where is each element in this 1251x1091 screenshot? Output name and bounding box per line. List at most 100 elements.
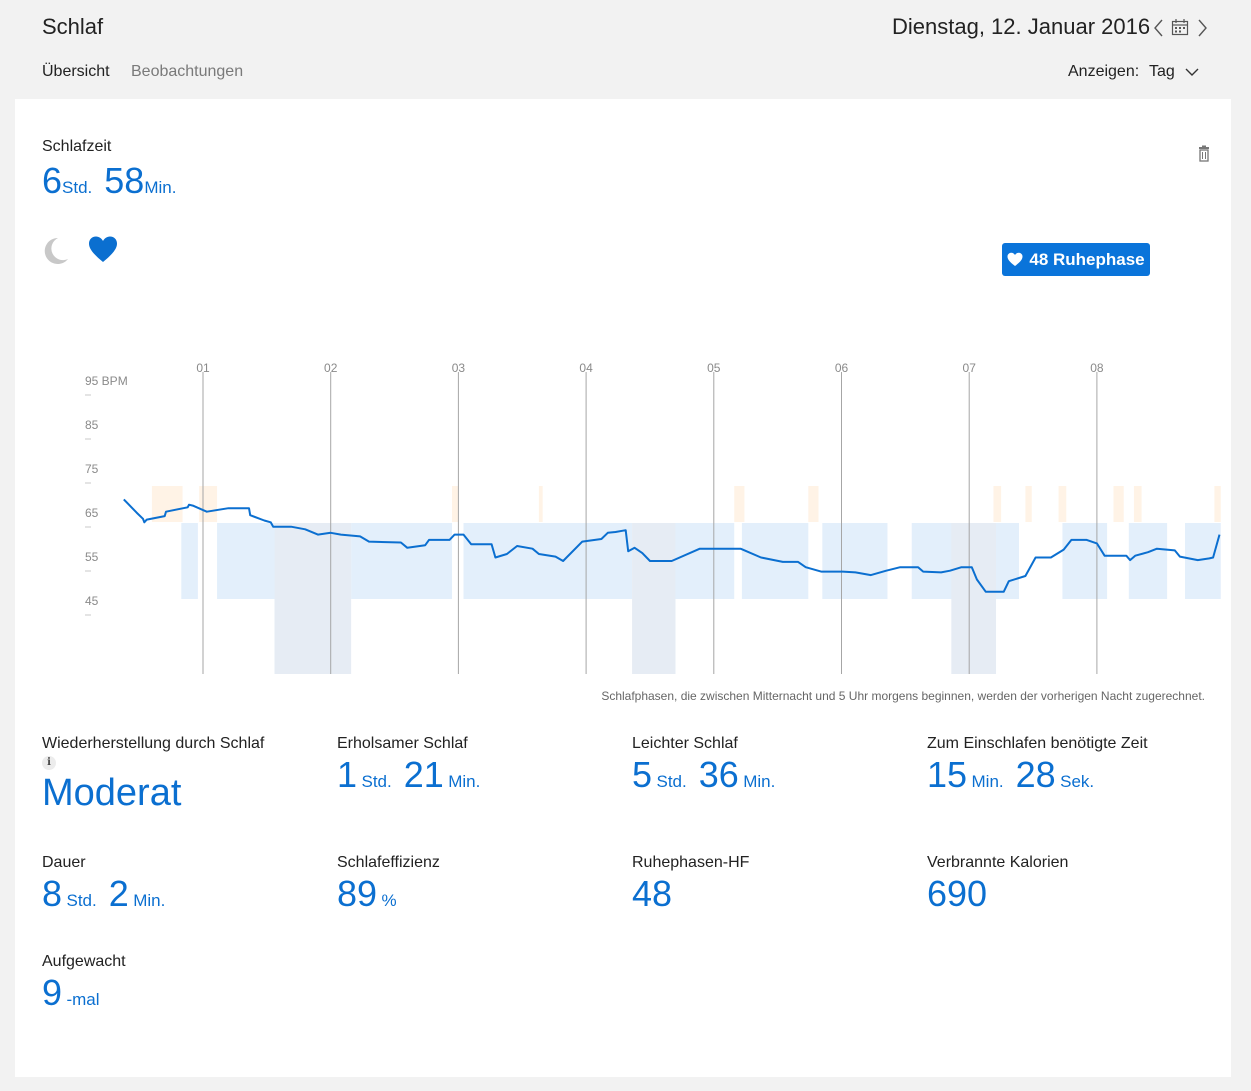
light-sleep-label: Leichter Schlaf [632, 735, 738, 752]
y-tick-label: 55 [85, 550, 99, 564]
y-tick-label: 75 [85, 462, 99, 476]
y-tick-label: 65 [85, 506, 99, 520]
light-sleep-phase [1128, 523, 1168, 599]
view-label: Anzeigen: [1068, 63, 1140, 80]
fall-asleep-seconds: 28 [1015, 754, 1056, 795]
calendar-icon [1171, 19, 1189, 36]
resting-phase-label: 48 Ruhephase [1029, 249, 1145, 269]
awake-phase [199, 486, 218, 522]
sleep-view-toggle[interactable] [42, 235, 70, 265]
light-sleep-phase [822, 523, 888, 599]
light-sleep-phase [675, 523, 735, 599]
calories-number: 690 [927, 873, 988, 914]
heart-icon [89, 236, 117, 262]
light-hours: 5 [632, 754, 653, 795]
moon-icon [44, 237, 68, 264]
fall-asleep-label: Zum Einschlafen benötigte Zeit [927, 735, 1148, 752]
resting-phase-badge[interactable]: 48 Ruhephase [1002, 243, 1150, 276]
duration-minutes-unit: Min. [133, 891, 166, 910]
calendar-button[interactable] [1171, 18, 1189, 36]
efficiency-label: Schlafeffizienz [337, 854, 440, 871]
restful-sleep-value: 1 Std. 21 Min. [337, 754, 480, 796]
light-minutes-unit: Min. [743, 772, 776, 791]
info-icon[interactable]: i [42, 756, 56, 770]
tab-observations[interactable]: Beobachtungen [131, 63, 243, 81]
awake-phase [1058, 486, 1067, 522]
heart-icon [1007, 252, 1023, 266]
woke-label: Aufgewacht [42, 953, 126, 970]
restful-sleep-phase [274, 523, 352, 674]
sleep-minutes: 58 [104, 160, 145, 201]
chart-footnote: Schlafphasen, die zwischen Mitternacht u… [601, 689, 1205, 703]
y-tick-label: 85 [85, 418, 99, 432]
sleep-time-label: Schlafzeit [42, 138, 112, 155]
hour-label: 02 [324, 361, 338, 375]
date-title: Dienstag, 12. Januar 2016 [892, 14, 1151, 39]
restful-minutes: 21 [403, 754, 444, 795]
fall-asleep-minutes: 15 [927, 754, 968, 795]
hour-label: 08 [1090, 361, 1104, 375]
fall-asleep-seconds-unit: Sek. [1060, 772, 1095, 791]
resting-hr-label: Ruhephasen-HF [632, 854, 750, 871]
awake-phase [993, 486, 1002, 522]
awake-phase [1214, 486, 1221, 522]
duration-hours-unit: Std. [66, 891, 97, 910]
awake-phase [808, 486, 819, 522]
efficiency-value: 89 % [337, 873, 397, 915]
hour-label: 06 [835, 361, 849, 375]
chevron-down-icon [1185, 68, 1199, 76]
chevron-right-icon [1198, 19, 1207, 37]
next-day-button[interactable] [1195, 17, 1209, 39]
recovery-value: Moderat [42, 772, 181, 815]
resting-hr-value: 48 [632, 873, 672, 915]
awake-phase [1025, 486, 1032, 522]
y-tick-label: 45 [85, 594, 99, 608]
light-sleep-phase [1185, 523, 1221, 599]
restful-hours: 1 [337, 754, 358, 795]
efficiency-unit: % [381, 891, 397, 910]
restful-hours-unit: Std. [361, 772, 392, 791]
hour-label: 04 [579, 361, 593, 375]
heart-rate-view-toggle[interactable] [88, 235, 118, 265]
calories-value: 690 [927, 873, 987, 915]
awake-phase [1113, 486, 1124, 522]
sleep-minutes-unit: Min. [144, 178, 177, 197]
restful-sleep-label: Erholsamer Schlaf [337, 735, 468, 752]
sleep-heart-rate-chart: 95 BPM 85 75 65 55 45 01 02 03 04 05 06 07 08 [85, 361, 1221, 674]
light-sleep-phase [351, 523, 453, 599]
light-hours-unit: Std. [656, 772, 687, 791]
view-select[interactable]: Tag [1149, 63, 1199, 81]
woke-count: 9 [42, 972, 63, 1013]
sleep-time-value: 6Std. 58Min. [42, 160, 176, 202]
resting-hr-number: 48 [632, 873, 673, 914]
light-sleep-value: 5 Std. 36 Min. [632, 754, 775, 796]
app-title: Schlaf [42, 14, 104, 39]
light-sleep-phase [181, 523, 198, 599]
awake-phases [151, 486, 1221, 522]
light-minutes: 36 [698, 754, 739, 795]
hour-label: 03 [452, 361, 466, 375]
prev-day-button[interactable] [1152, 17, 1166, 39]
light-sleep-phase [217, 523, 275, 599]
restful-sleep-phase [951, 523, 997, 674]
fall-asleep-minutes-unit: Min. [971, 772, 1004, 791]
tab-overview[interactable]: Übersicht [42, 63, 110, 81]
awake-phase [452, 486, 459, 522]
awake-phase [734, 486, 745, 522]
duration-hours: 8 [42, 873, 63, 914]
hour-label: 07 [963, 361, 977, 375]
duration-minutes: 2 [108, 873, 129, 914]
sleep-hours-unit: Std. [62, 178, 93, 197]
hour-label: 05 [707, 361, 721, 375]
sleep-hours: 6 [42, 160, 63, 201]
woke-unit: -mal [66, 990, 100, 1009]
duration-label: Dauer [42, 854, 86, 871]
duration-value: 8 Std. 2 Min. [42, 873, 165, 915]
awake-phase [151, 486, 183, 522]
chevron-left-icon [1154, 19, 1163, 37]
light-sleep-phase [1062, 523, 1108, 599]
restful-minutes-unit: Min. [448, 772, 481, 791]
y-axis: 95 BPM 85 75 65 55 45 [85, 374, 128, 616]
fall-asleep-value: 15 Min. 28 Sek. [927, 754, 1094, 796]
delete-button[interactable] [1196, 145, 1212, 163]
